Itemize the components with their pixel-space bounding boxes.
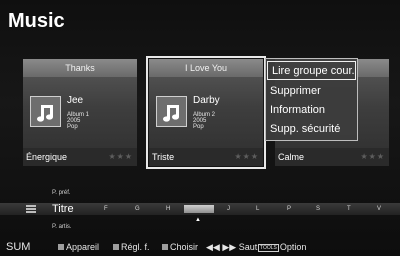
card-title: Thanks: [23, 59, 137, 77]
album-info: Album 2 2005 Pop: [193, 112, 215, 130]
menu-item-delete[interactable]: Supprimer: [266, 82, 357, 101]
context-menu: Lire groupe cour. Supprimer Information …: [265, 58, 358, 141]
hint-device-label: Appareil: [66, 242, 100, 252]
hint-settings: Régl. f.: [113, 238, 150, 256]
artist-name: Darby: [193, 95, 220, 106]
index-letter[interactable]: S: [316, 203, 320, 215]
hint-choose: Choisir: [162, 238, 198, 256]
mood-label: Énergique: [26, 152, 68, 162]
sort-filter-area: P. préf. Titre F G H J L P S T V ▲ P. ar…: [0, 190, 400, 230]
skip-arrows-icon: ◀◀ ▶▶: [206, 242, 237, 252]
index-letter[interactable]: J: [227, 203, 230, 215]
sort-current[interactable]: Titre: [52, 203, 74, 215]
album-genre: Pop: [193, 124, 204, 130]
music-screen: Music Thanks Jee Album 1 2005 Pop Énergi…: [0, 0, 400, 256]
page-title: Music: [8, 10, 65, 32]
index-slider[interactable]: [184, 205, 214, 213]
hint-option-label: Option: [279, 242, 307, 252]
card-footer: Calme ★★★: [275, 148, 389, 166]
sort-option-next[interactable]: P. artis.: [52, 224, 72, 230]
music-note-icon: [30, 96, 61, 127]
rating-stars: ★★★: [108, 152, 133, 161]
button-square-icon: [113, 244, 119, 250]
music-card-selected[interactable]: I Love You Darby Album 2 2005 Pop Triste…: [146, 56, 266, 169]
menu-item-safe-remove[interactable]: Supp. sécurité: [266, 120, 357, 139]
index-letter[interactable]: V: [377, 203, 381, 215]
rating-stars: ★★★: [234, 152, 259, 161]
sort-option-previous[interactable]: P. préf.: [52, 190, 71, 196]
artist-name: Jee: [67, 95, 84, 106]
album-genre: Pop: [67, 124, 78, 130]
hint-settings-label: Régl. f.: [121, 242, 150, 252]
card-footer: Énergique ★★★: [23, 148, 137, 166]
button-square-icon: [58, 244, 64, 250]
position-arrow-icon: ▲: [195, 217, 201, 223]
hint-skip: ◀◀ ▶▶ Saut: [206, 238, 257, 256]
index-letter[interactable]: L: [256, 203, 259, 215]
list-icon: [26, 205, 36, 213]
index-letter[interactable]: G: [135, 203, 140, 215]
card-footer: Triste ★★★: [149, 148, 263, 166]
sum-label: SUM: [6, 241, 31, 253]
tools-key-icon: TOOLS: [258, 244, 279, 252]
index-letter[interactable]: H: [166, 203, 170, 215]
menu-item-play-group[interactable]: Lire groupe cour.: [267, 61, 356, 80]
hint-device: Appareil: [58, 238, 99, 256]
album-info: Album 1 2005 Pop: [67, 112, 89, 130]
button-square-icon: [162, 244, 168, 250]
hint-skip-label: Saut: [238, 242, 258, 252]
hint-option: TOOLS Option: [258, 238, 306, 256]
index-letter[interactable]: F: [104, 203, 108, 215]
index-letter[interactable]: T: [347, 203, 351, 215]
sort-bar[interactable]: Titre F G H J L P S T V: [0, 203, 400, 215]
hint-choose-label: Choisir: [170, 242, 199, 252]
help-bar: SUM Appareil Régl. f. Choisir ◀◀ ▶▶ Saut…: [0, 238, 400, 256]
mood-label: Calme: [278, 152, 305, 162]
card-title: I Love You: [149, 59, 263, 77]
menu-item-information[interactable]: Information: [266, 101, 357, 120]
index-letter[interactable]: P: [287, 203, 291, 215]
music-note-icon: [156, 96, 187, 127]
music-card[interactable]: Thanks Jee Album 1 2005 Pop Énergique ★★…: [23, 59, 137, 166]
rating-stars: ★★★: [360, 152, 385, 161]
mood-label: Triste: [152, 152, 175, 162]
